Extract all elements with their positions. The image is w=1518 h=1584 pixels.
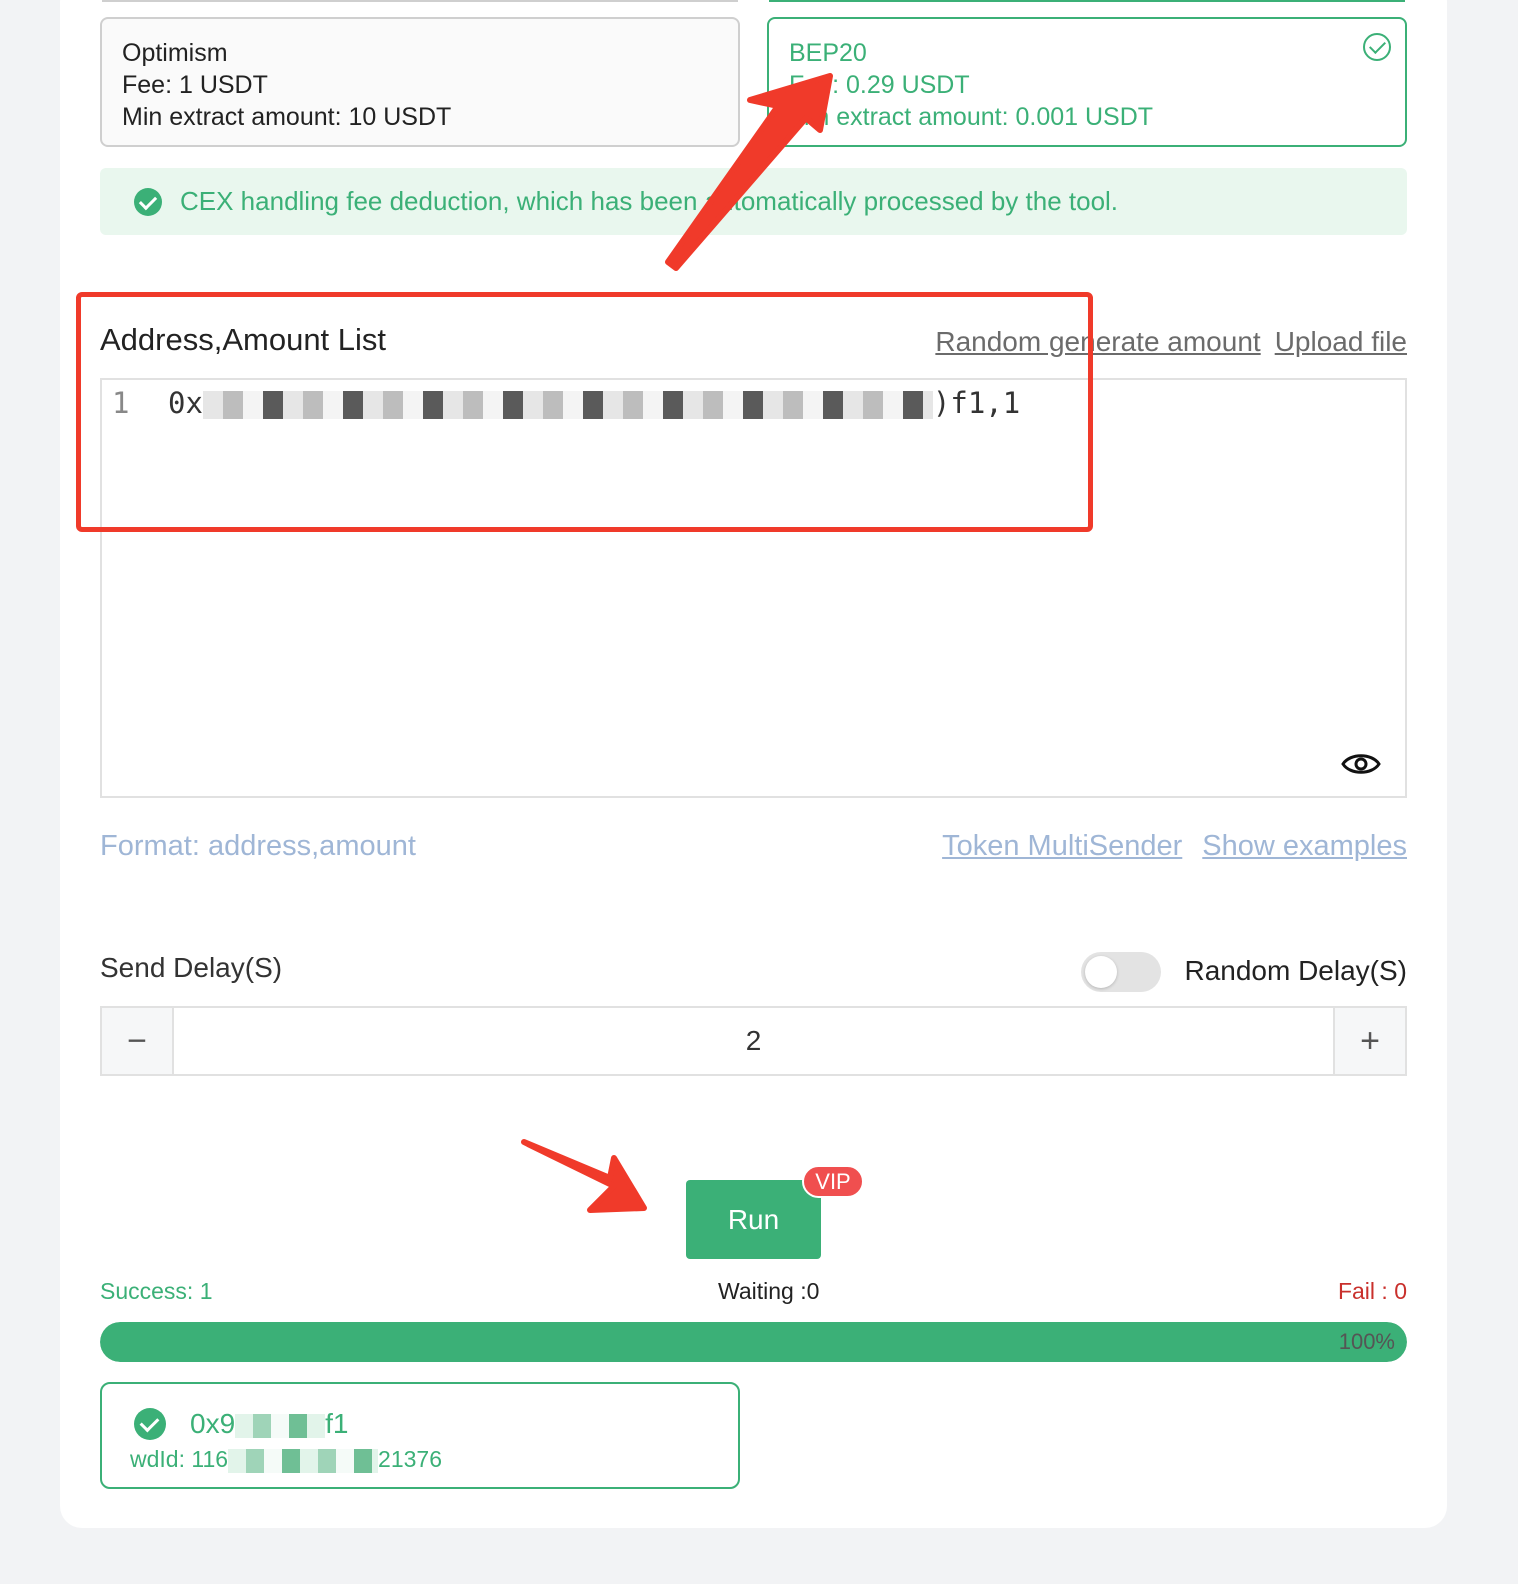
annotation-arrow-up bbox=[665, 73, 833, 271]
annotation-arrow-run bbox=[521, 1139, 647, 1213]
annotation-arrows bbox=[521, 73, 833, 1213]
